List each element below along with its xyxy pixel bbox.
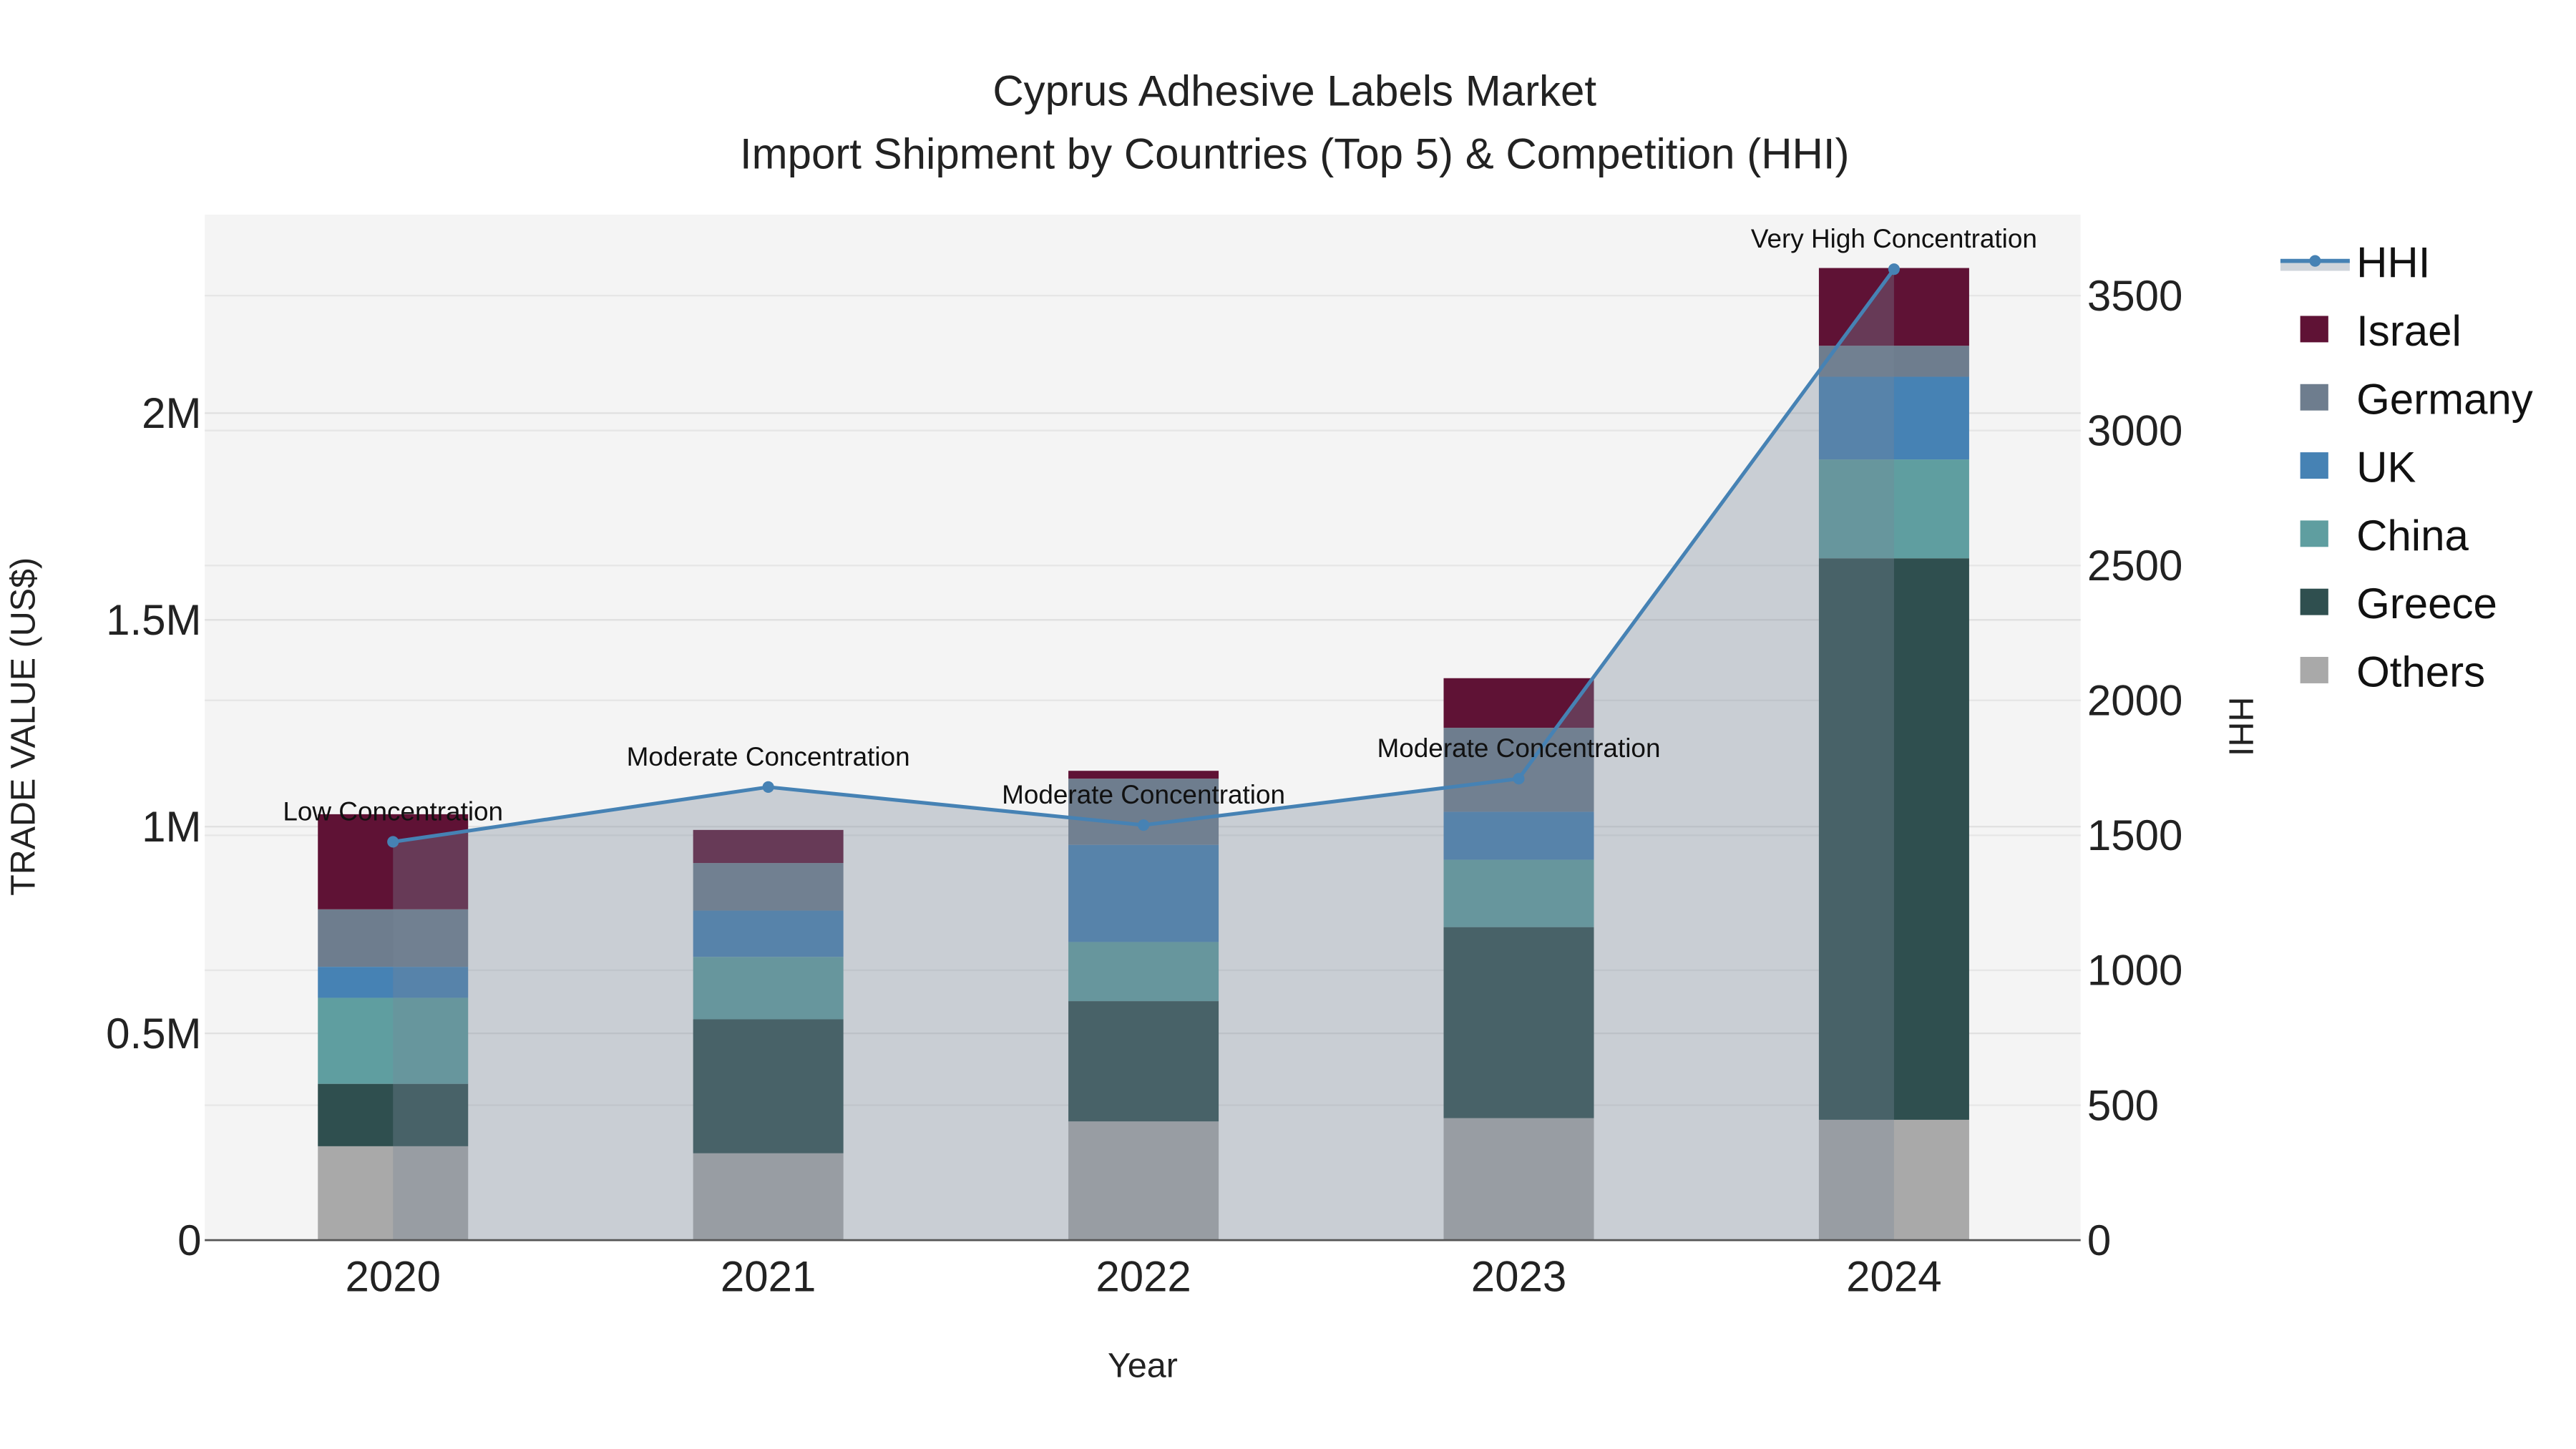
legend-swatch-germany [2300,384,2328,411]
y2-tick-label: 1000 [2087,947,2182,995]
legend-swatch-china [2300,520,2328,547]
legend-swatch-greece [2300,588,2328,615]
hhi-point-2020 [387,836,399,848]
bar-israel-2022 [1068,771,1219,779]
chart: Low Concentration Moderate Concentration M… [4,67,2533,1385]
hhi-annotation-2021: Moderate Concentration [627,742,910,771]
y-axis-title: TRADE VALUE (US$) [4,557,42,896]
y2-tick-label: 2000 [2087,677,2182,725]
y2-tick-label: 500 [2087,1081,2159,1129]
hhi-point-2022 [1138,819,1150,831]
hhi-point-2021 [762,781,774,793]
hhi-point-2023 [1513,773,1525,785]
hhi-annotation-2020: Low Concentration [283,796,503,826]
legend-label-greece: Greece [2356,580,2497,628]
x-tick-label: 2024 [1846,1253,1941,1301]
legend-label-china: China [2356,512,2469,560]
y-tick-label: 0.5M [106,1010,201,1058]
legend-label-uk: UK [2356,444,2416,492]
hhi-annotation-2022: Moderate Concentration [1002,780,1285,809]
x-tick-label: 2022 [1096,1253,1191,1301]
legend-swatch-others [2300,657,2328,683]
hhi-annotation-2024: Very High Concentration [1751,224,2037,253]
legend-label-israel: Israel [2356,307,2462,355]
hhi-annotation-2023: Moderate Concentration [1377,733,1661,763]
y-tick-label: 2M [142,389,201,437]
legend: HHI Israel Germany UK China Greece Others [2280,239,2533,696]
x-tick-label: 2021 [721,1253,816,1301]
legend-swatch-israel [2300,316,2328,343]
hhi-point-2024 [1888,263,1900,275]
y2-tick-label: 0 [2087,1216,2111,1264]
y2-tick-label: 3500 [2087,272,2182,320]
chart-title: Cyprus Adhesive Labels Market [992,67,1596,115]
y-tick-label: 1M [142,803,201,851]
chart-subtitle: Import Shipment by Countries (Top 5) & C… [740,130,1850,177]
y2-tick-label: 1500 [2087,811,2182,859]
x-axis-title: Year [1108,1347,1178,1385]
legend-label-others: Others [2356,648,2485,696]
y-tick-label: 0 [177,1216,201,1264]
legend-label-hhi: HHI [2356,239,2430,287]
x-tick-label: 2020 [345,1253,440,1301]
y2-tick-label: 2500 [2087,542,2182,590]
legend-swatch-uk [2300,452,2328,479]
legend-label-germany: Germany [2356,375,2533,423]
y2-tick-label: 3000 [2087,406,2182,454]
y2-axis-title: HHI [2221,697,2260,756]
x-tick-label: 2023 [1471,1253,1566,1301]
y-tick-label: 1.5M [106,596,201,644]
legend-hhi-marker [2309,255,2321,267]
